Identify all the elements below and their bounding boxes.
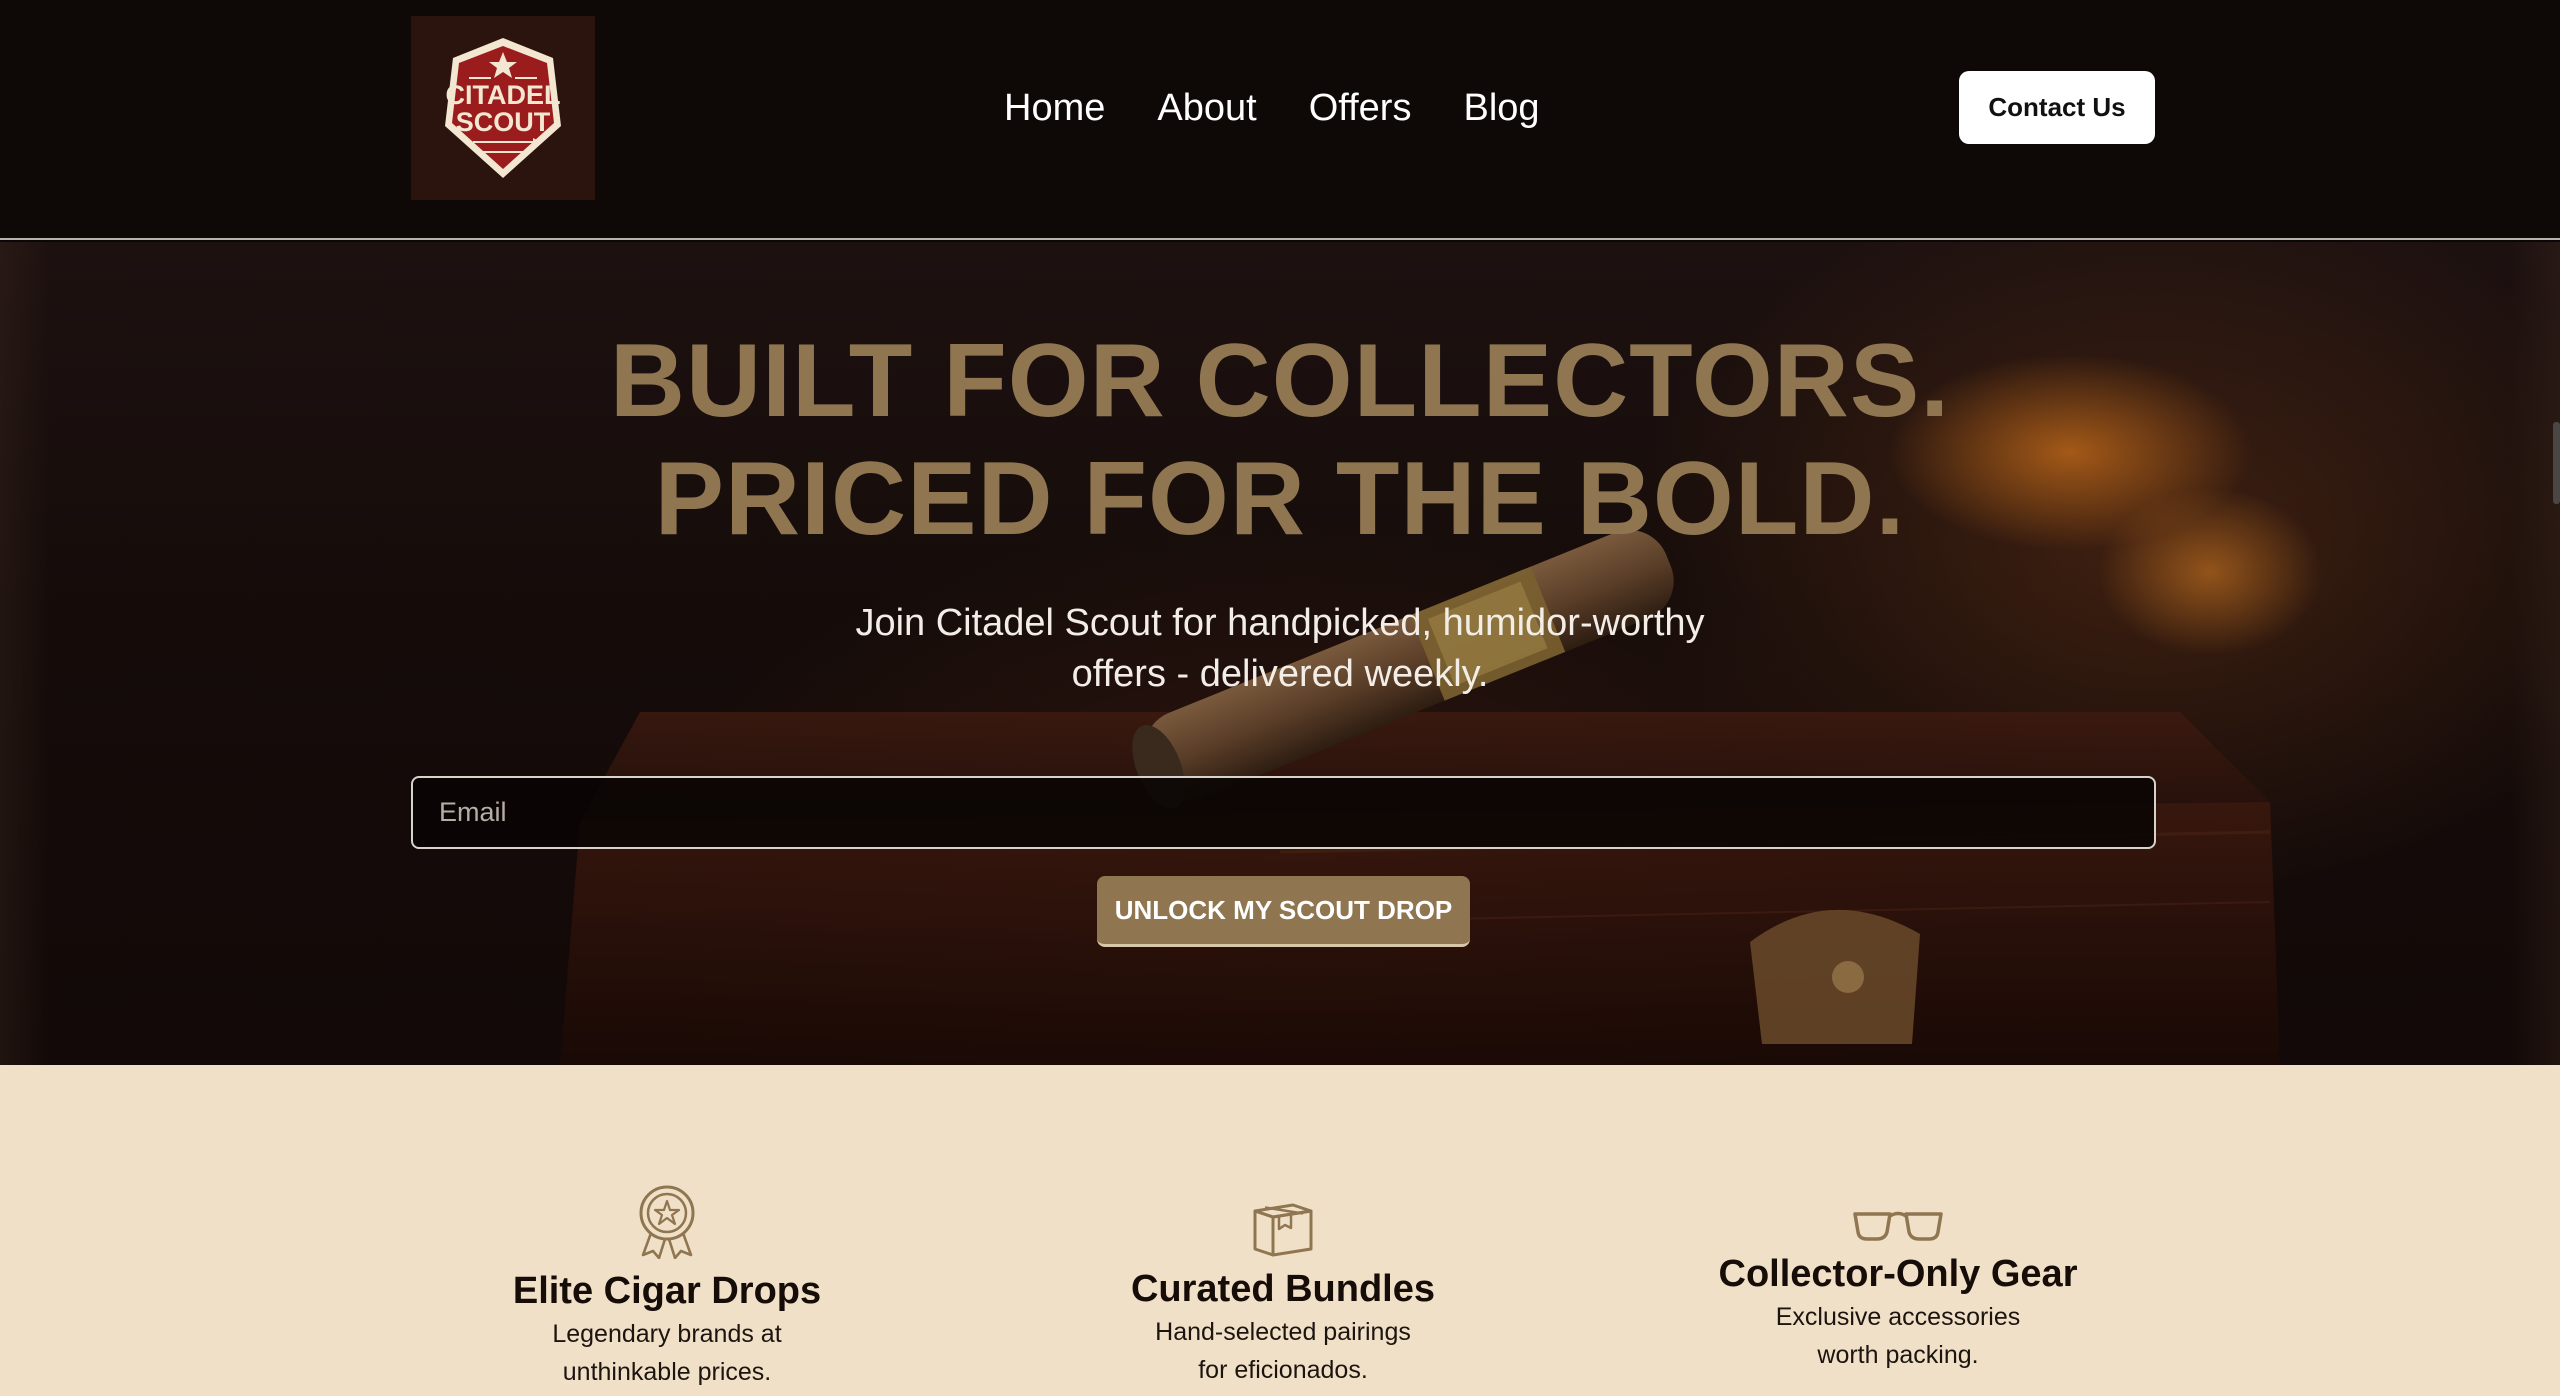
hero-subtitle-line1: Join Citadel Scout for handpicked, humid…: [855, 602, 1705, 644]
hero-section: BUILT FOR COLLECTORS. PRICED FOR THE BOL…: [0, 242, 2560, 1065]
feature-desc-line1: Exclusive accessories: [1775, 1303, 2021, 1331]
feature-description: Legendary brands at unthinkable prices.: [407, 1315, 927, 1391]
award-ribbon-icon: [639, 1185, 695, 1259]
contact-us-button[interactable]: Contact Us: [1959, 71, 2155, 144]
site-header: CITADEL SCOUT Home About Offers Blog Con…: [0, 0, 2560, 240]
hero-title: BUILT FOR COLLECTORS. PRICED FOR THE BOL…: [0, 322, 2560, 558]
nav-item-offers[interactable]: Offers: [1309, 78, 1412, 138]
nav-item-home[interactable]: Home: [1004, 78, 1105, 138]
feature-description: Exclusive accessories worth packing.: [1638, 1298, 2158, 1374]
feature-desc-line1: Legendary brands at: [552, 1320, 782, 1348]
feature-title: Elite Cigar Drops: [512, 1270, 822, 1312]
feature-desc-line2: for eficionados.: [1198, 1356, 1368, 1384]
glasses-icon: [1853, 1211, 1943, 1241]
feature-desc-line2: unthinkable prices.: [562, 1358, 772, 1386]
feature-desc-line2: worth packing.: [1817, 1341, 1979, 1369]
hero-title-line2: PRICED FOR THE BOLD.: [654, 441, 1906, 557]
nav-item-about[interactable]: About: [1157, 78, 1256, 138]
nav-item-blog[interactable]: Blog: [1463, 78, 1539, 138]
scrollbar-thumb[interactable]: [2553, 422, 2560, 504]
box-icon: [1253, 1203, 1313, 1257]
logo-text-line2: SCOUT: [456, 107, 551, 137]
hero-subtitle: Join Citadel Scout for handpicked, humid…: [830, 598, 1730, 700]
features-section: Elite Cigar Drops Legendary brands at un…: [0, 1065, 2560, 1396]
shield-badge-icon: CITADEL SCOUT: [445, 38, 561, 178]
feature-description: Hand-selected pairings for eficionados.: [1023, 1313, 1543, 1389]
logo-text-line1: CITADEL: [446, 80, 561, 110]
feature-elite-cigar-drops: Elite Cigar Drops Legendary brands at un…: [407, 1183, 927, 1391]
logo[interactable]: CITADEL SCOUT: [411, 16, 595, 200]
feature-desc-line1: Hand-selected pairings: [1155, 1318, 1411, 1346]
email-field[interactable]: [411, 776, 2156, 849]
main-nav: Home About Offers Blog: [1004, 78, 1540, 138]
feature-title: Curated Bundles: [1130, 1268, 1436, 1310]
hero-title-line1: BUILT FOR COLLECTORS.: [609, 323, 1951, 439]
feature-curated-bundles: Curated Bundles Hand-selected pairings f…: [1023, 1195, 1543, 1389]
hero-subtitle-line2: offers - delivered weekly.: [1071, 653, 1489, 695]
feature-title: Collector-Only Gear: [1718, 1253, 2078, 1295]
feature-collector-only-gear: Collector-Only Gear Exclusive accessorie…: [1638, 1208, 2158, 1374]
landing-page: CITADEL SCOUT Home About Offers Blog Con…: [0, 0, 2560, 1396]
unlock-scout-drop-button[interactable]: UNLOCK MY SCOUT DROP: [1097, 876, 1470, 947]
